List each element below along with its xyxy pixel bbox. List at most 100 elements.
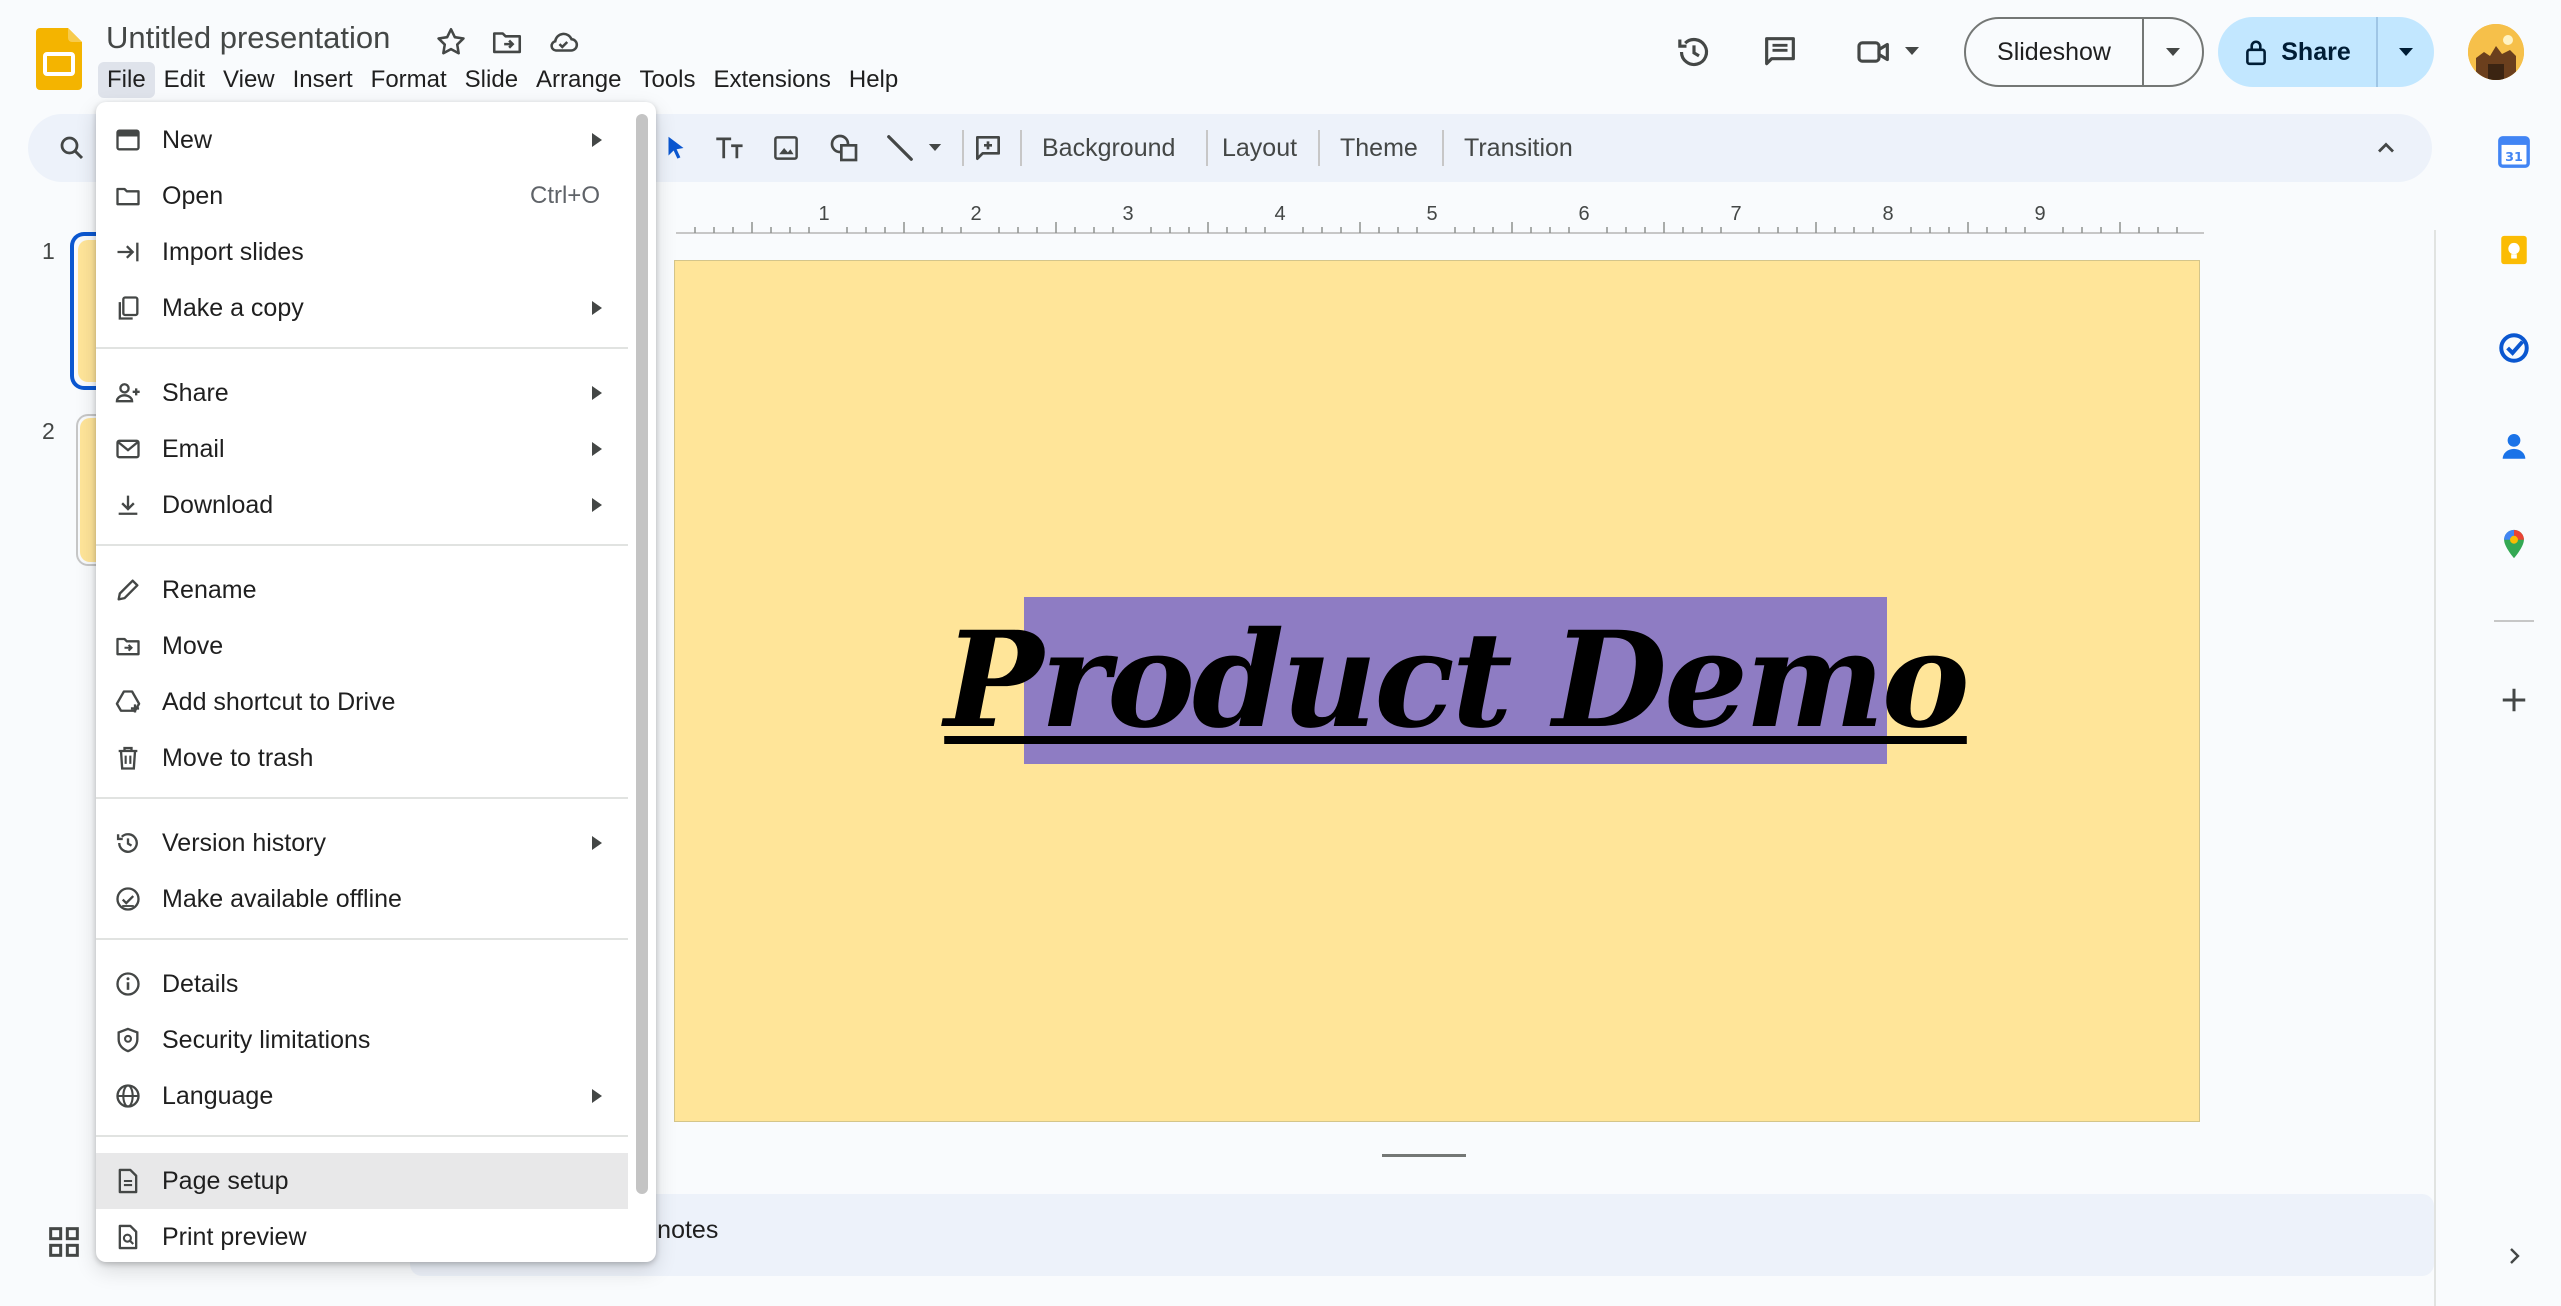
- folder-icon: [114, 182, 142, 210]
- file-menu-dropdown: New Open Ctrl+O Import slides Make a cop…: [96, 102, 656, 1262]
- shield-icon: [114, 1026, 142, 1054]
- background-button[interactable]: Background: [1026, 124, 1191, 172]
- version-history-icon[interactable]: [1670, 28, 1718, 76]
- open-shortcut: Ctrl+O: [529, 182, 600, 209]
- menu-item-details[interactable]: Details: [96, 956, 628, 1012]
- account-avatar[interactable]: [2468, 24, 2524, 80]
- menu-format[interactable]: Format: [362, 62, 456, 98]
- add-comment-icon[interactable]: [964, 124, 1012, 172]
- select-cursor-icon[interactable]: [652, 124, 700, 172]
- line-icon[interactable]: [876, 124, 924, 172]
- menu-item-language[interactable]: Language: [96, 1068, 628, 1124]
- tasks-icon[interactable]: [2486, 320, 2542, 376]
- menu-item-make-copy[interactable]: Make a copy: [96, 280, 628, 336]
- meet-dropdown-icon[interactable]: [1904, 46, 1920, 56]
- email-icon: [114, 435, 142, 463]
- share-button[interactable]: Share: [2218, 17, 2376, 87]
- menu-item-open[interactable]: Open Ctrl+O: [96, 168, 628, 224]
- document-title[interactable]: Untitled presentation: [106, 20, 390, 56]
- ruler-label: 7: [1730, 203, 1741, 225]
- slideshow-options-icon[interactable]: [2144, 19, 2202, 85]
- history-icon: [114, 829, 142, 857]
- keep-icon[interactable]: [2486, 222, 2542, 278]
- menu-item-make-available-offline[interactable]: Make available offline: [96, 871, 628, 927]
- menu-item-download[interactable]: Download: [96, 477, 628, 533]
- menu-item-page-setup[interactable]: Page setup: [96, 1153, 628, 1209]
- search-menus-icon[interactable]: [48, 124, 96, 172]
- menu-item-print-preview[interactable]: Print preview: [96, 1209, 628, 1265]
- slides-logo-icon[interactable]: [36, 28, 82, 90]
- menu-separator: [96, 347, 628, 349]
- collapse-toolbar-icon[interactable]: [2362, 124, 2410, 172]
- line-dropdown-icon[interactable]: [928, 143, 942, 152]
- side-panel-separator: [2494, 620, 2534, 622]
- menu-slide[interactable]: Slide: [456, 62, 527, 98]
- menu-item-email[interactable]: Email: [96, 421, 628, 477]
- menu-item-move-to-trash[interactable]: Move to trash: [96, 730, 628, 786]
- menu-item-share[interactable]: Share: [96, 365, 628, 421]
- download-icon: [114, 491, 142, 519]
- offline-check-icon: [114, 885, 142, 913]
- menu-separator: [96, 797, 628, 799]
- submenu-arrow-icon: [592, 442, 602, 456]
- transition-button[interactable]: Transition: [1448, 124, 1589, 172]
- calendar-icon[interactable]: 31: [2486, 124, 2542, 180]
- expand-side-panel-icon[interactable]: [2486, 1228, 2542, 1284]
- import-icon: [114, 238, 142, 266]
- ruler-label: 1: [818, 203, 829, 225]
- slide-title-text: Product Demo: [944, 603, 1970, 758]
- grid-view-icon[interactable]: [44, 1222, 84, 1262]
- copy-icon: [114, 294, 142, 322]
- menu-item-version-history[interactable]: Version history: [96, 815, 628, 871]
- horizontal-ruler[interactable]: 1 2 3 4 5 6 7 8 9: [676, 198, 2204, 234]
- insert-image-icon[interactable]: [762, 124, 810, 172]
- cloud-saved-icon[interactable]: [546, 25, 580, 59]
- ruler-label: 4: [1274, 203, 1285, 225]
- comments-icon[interactable]: [1756, 28, 1804, 76]
- slide-title-textbox[interactable]: Product Demo: [944, 597, 1970, 764]
- menu-help[interactable]: Help: [840, 62, 907, 98]
- menu-item-import-slides[interactable]: Import slides: [96, 224, 628, 280]
- menu-file[interactable]: File: [98, 62, 155, 98]
- move-folder-icon[interactable]: [490, 25, 524, 59]
- menu-extensions[interactable]: Extensions: [704, 62, 839, 98]
- slideshow-button[interactable]: Slideshow: [1966, 19, 2142, 85]
- ruler-label: 6: [1578, 203, 1589, 225]
- share-options-icon[interactable]: [2378, 17, 2434, 87]
- move-folder-icon: [114, 632, 142, 660]
- notes-resize-handle[interactable]: [1382, 1154, 1466, 1157]
- layout-button[interactable]: Layout: [1206, 124, 1313, 172]
- toolbar-divider: [1442, 130, 1444, 166]
- toolbar-divider: [1318, 130, 1320, 166]
- theme-button[interactable]: Theme: [1324, 124, 1434, 172]
- lock-icon: [2243, 38, 2269, 66]
- menu-bar: File Edit View Insert Format Slide Arran…: [98, 62, 907, 98]
- menu-item-rename[interactable]: Rename: [96, 562, 628, 618]
- menu-separator: [96, 544, 628, 546]
- menu-view[interactable]: View: [214, 62, 284, 98]
- share-split-button: Share: [2218, 17, 2434, 87]
- pencil-icon: [114, 576, 142, 604]
- ruler-label: 5: [1426, 203, 1437, 225]
- new-presentation-icon: [114, 126, 142, 154]
- menu-item-security-limitations[interactable]: Security limitations: [96, 1012, 628, 1068]
- menu-item-add-shortcut[interactable]: Add shortcut to Drive: [96, 674, 628, 730]
- contacts-icon[interactable]: [2486, 418, 2542, 474]
- star-icon[interactable]: [434, 25, 468, 59]
- shape-icon[interactable]: [820, 124, 868, 172]
- menu-arrange[interactable]: Arrange: [527, 62, 630, 98]
- slide-number-2: 2: [42, 418, 55, 444]
- menu-tools[interactable]: Tools: [630, 62, 704, 98]
- text-box-icon[interactable]: [706, 124, 754, 172]
- menu-item-move[interactable]: Move: [96, 618, 628, 674]
- menu-item-new[interactable]: New: [96, 112, 628, 168]
- menu-scrollbar[interactable]: [636, 114, 648, 1194]
- svg-text:31: 31: [2505, 150, 2523, 165]
- maps-icon[interactable]: [2486, 516, 2542, 572]
- menu-edit[interactable]: Edit: [155, 62, 214, 98]
- side-panel-divider: [2434, 230, 2436, 1306]
- slide-number-1: 1: [42, 238, 55, 264]
- meet-camera-icon[interactable]: [1850, 28, 1898, 76]
- add-addon-icon[interactable]: [2486, 672, 2542, 728]
- menu-insert[interactable]: Insert: [284, 62, 362, 98]
